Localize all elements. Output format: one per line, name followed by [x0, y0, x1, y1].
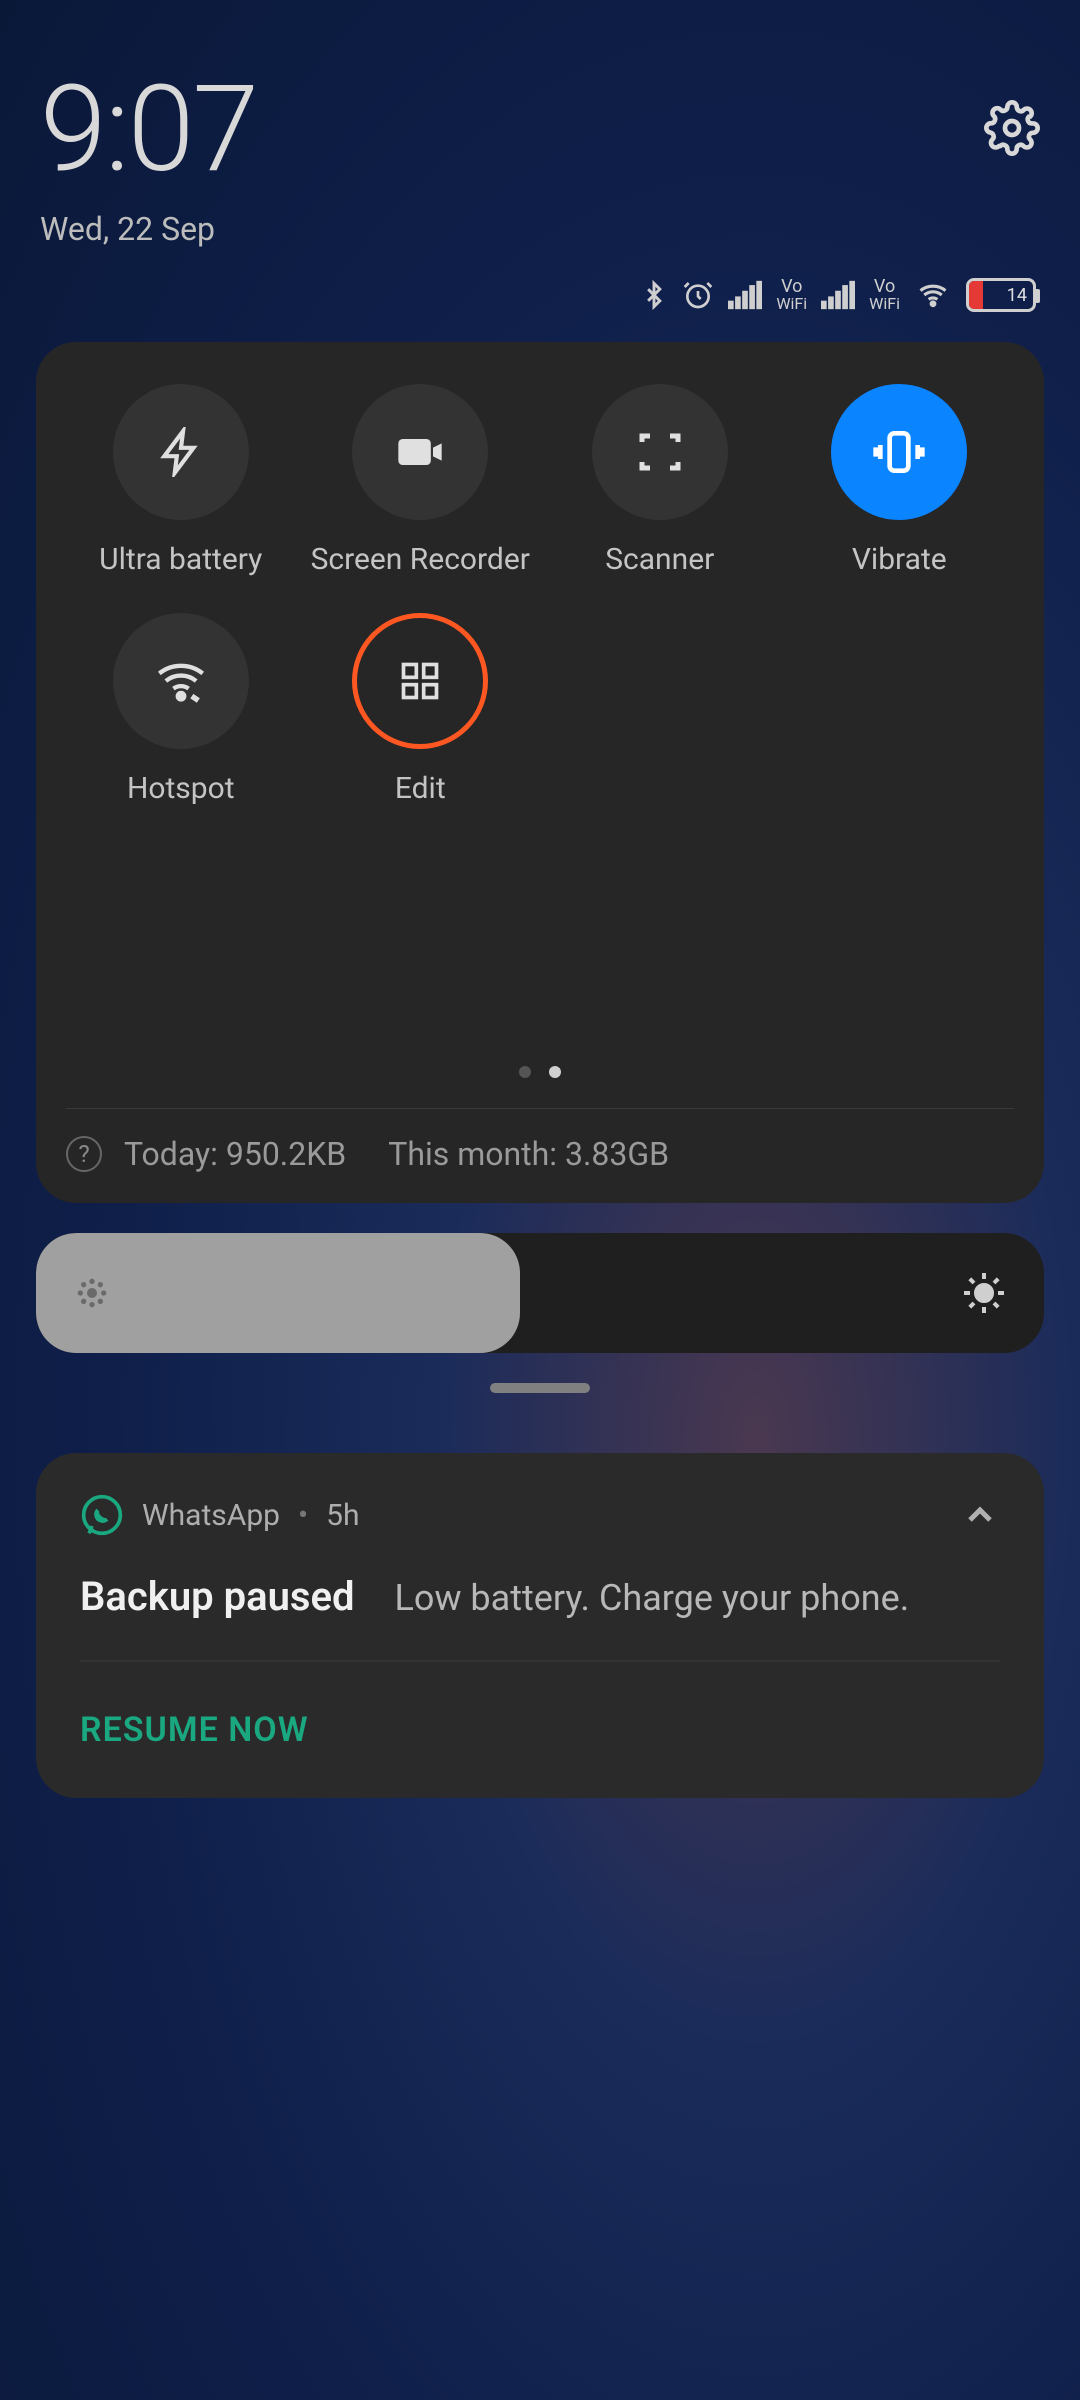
tile-circle — [352, 613, 488, 749]
tile-scanner[interactable]: Scanner — [545, 384, 775, 577]
data-usage-row[interactable]: ? Today: 950.2KB This month: 3.83GB — [66, 1108, 1014, 1173]
signal-2-icon — [821, 280, 855, 310]
tile-grid: Ultra battery Screen Recorder Scanner Vi… — [66, 384, 1014, 806]
tile-circle — [113, 384, 249, 520]
battery-indicator: 14 — [966, 278, 1036, 312]
tile-label: Scanner — [605, 542, 714, 577]
notification-time: 5h — [326, 1498, 359, 1533]
signal-1-icon — [728, 280, 762, 310]
alarm-icon — [682, 279, 714, 311]
notification-header: WhatsApp • 5h — [80, 1493, 1000, 1537]
whatsapp-icon — [80, 1493, 124, 1537]
divider — [80, 1660, 1000, 1662]
question-icon: ? — [66, 1136, 102, 1172]
gear-icon — [984, 100, 1040, 156]
page-dot — [519, 1066, 531, 1078]
page-dot-active — [549, 1066, 561, 1078]
vibrate-icon — [871, 424, 927, 480]
tile-circle — [113, 613, 249, 749]
resume-now-button[interactable]: RESUME NOW — [80, 1710, 1000, 1750]
tile-label: Vibrate — [852, 542, 947, 577]
tile-screen-recorder[interactable]: Screen Recorder — [306, 384, 536, 577]
notification-card[interactable]: WhatsApp • 5h Backup paused Low battery.… — [36, 1453, 1044, 1798]
quick-settings-panel: Ultra battery Screen Recorder Scanner Vi… — [36, 342, 1044, 1203]
status-bar: VoWiFi VoWiFi 14 — [0, 268, 1080, 332]
tile-label: Edit — [395, 771, 446, 806]
tile-circle — [831, 384, 967, 520]
notification-title: Backup paused — [80, 1573, 355, 1620]
battery-fill — [969, 281, 983, 309]
data-today: Today: 950.2KB — [124, 1135, 346, 1173]
data-month: This month: 3.83GB — [388, 1135, 669, 1173]
vowifi-2-icon: VoWiFi — [869, 278, 900, 312]
tile-label: Hotspot — [127, 771, 235, 806]
chevron-up-icon[interactable] — [960, 1495, 1000, 1535]
tile-ultra-battery[interactable]: Ultra battery — [66, 384, 296, 577]
brightness-slider[interactable] — [36, 1233, 1044, 1353]
notification-message: Low battery. Charge your phone. — [395, 1577, 910, 1619]
clock-date: Wed, 22 Sep — [40, 210, 257, 248]
battery-percent: 14 — [1007, 285, 1027, 306]
vowifi-1-icon: VoWiFi — [776, 278, 807, 312]
drag-handle[interactable] — [490, 1383, 590, 1393]
video-icon — [394, 426, 446, 478]
brightness-low-icon — [72, 1273, 112, 1313]
clock-time: 9:07 — [40, 70, 257, 190]
wifi-icon — [914, 280, 952, 310]
scan-icon — [636, 428, 684, 476]
header: 9:07 Wed, 22 Sep — [0, 0, 1080, 268]
time-block: 9:07 Wed, 22 Sep — [40, 70, 257, 248]
tile-edit[interactable]: Edit — [306, 613, 536, 806]
brightness-high-icon — [960, 1269, 1008, 1317]
tile-circle — [352, 384, 488, 520]
notification-body: Backup paused Low battery. Charge your p… — [80, 1573, 1000, 1620]
tile-hotspot[interactable]: Hotspot — [66, 613, 296, 806]
bolt-icon — [156, 427, 206, 477]
settings-button[interactable] — [984, 100, 1040, 160]
page-indicator[interactable] — [66, 1066, 1014, 1078]
grid-icon — [398, 659, 442, 703]
notification-app: WhatsApp — [142, 1498, 280, 1533]
tile-vibrate[interactable]: Vibrate — [785, 384, 1015, 577]
separator: • — [298, 1498, 308, 1533]
bluetooth-icon — [640, 279, 668, 311]
tile-label: Screen Recorder — [311, 542, 530, 577]
tile-label: Ultra battery — [99, 542, 262, 577]
tile-circle — [592, 384, 728, 520]
hotspot-icon — [155, 655, 207, 707]
